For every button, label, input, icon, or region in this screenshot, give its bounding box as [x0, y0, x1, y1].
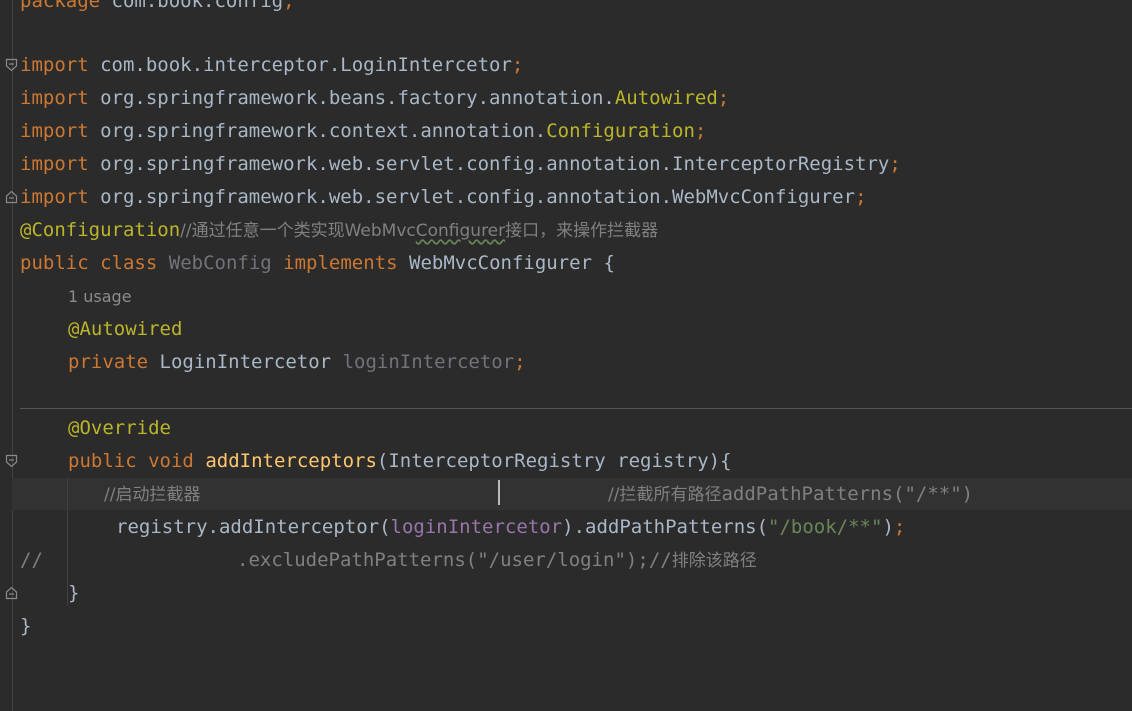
code-line-comment-start[interactable]: //启动拦截器: [104, 478, 200, 511]
keyword-public: public: [20, 252, 89, 274]
import-path: org.springframework.web.servlet.config.a…: [88, 186, 856, 208]
code-line-field-decl[interactable]: private LoginIntercetor loginIntercetor;: [68, 346, 526, 379]
comment-paths-code: addPathPatterns("/**"): [721, 483, 974, 505]
method-name: addInterceptors: [205, 450, 377, 472]
fold-imports-open-icon[interactable]: [5, 58, 18, 72]
field-type: LoginIntercetor: [159, 351, 332, 373]
keyword-import: import: [20, 153, 89, 175]
comment-class: //通过任意一个类实现WebMvc: [180, 221, 416, 241]
code-line-commented-exclude-body[interactable]: .excludePathPatterns("/user/login");//排除…: [237, 544, 757, 577]
semicolon: ;: [694, 120, 707, 142]
annotation-autowired: @Autowired: [68, 318, 183, 340]
keyword-import: import: [20, 120, 89, 142]
keyword-import: import: [20, 186, 89, 208]
fold-method-close-icon[interactable]: [5, 586, 18, 600]
fold-imports-close-icon[interactable]: [5, 190, 18, 204]
method-params: (InterceptorRegistry registry){: [376, 450, 732, 472]
comment-class-underlined: Configurer: [415, 221, 506, 241]
code-line-registry-call[interactable]: registry.addInterceptor(loginIntercetor)…: [116, 511, 905, 544]
registry-call-mid: ).addPathPatterns(: [562, 516, 769, 538]
comment-slashes: //: [20, 549, 43, 571]
import-class: Configuration: [546, 120, 695, 142]
code-line-import-4[interactable]: import org.springframework.web.servlet.c…: [20, 148, 901, 181]
annotation-override: @Override: [68, 417, 171, 439]
comment-start-interceptor: //启动拦截器: [104, 485, 201, 505]
commented-exclude-note: 排除该路径: [671, 551, 757, 571]
keyword-class: class: [100, 252, 158, 274]
semicolon: ;: [283, 0, 295, 12]
code-line-import-5[interactable]: import org.springframework.web.servlet.c…: [20, 181, 867, 214]
code-line-class-annotation[interactable]: @Configuration//通过任意一个类实现WebMvcConfigure…: [20, 214, 658, 247]
close-brace: }: [20, 615, 32, 637]
code-line-comment-paths[interactable]: //拦截所有路径addPathPatterns("/**"): [608, 478, 973, 511]
usage-hint[interactable]: 1 usage: [68, 280, 132, 313]
keyword-implements: implements: [283, 252, 398, 274]
commented-exclude-trail: //: [648, 549, 672, 571]
code-line-import-3[interactable]: import org.springframework.context.annot…: [20, 115, 706, 148]
class-name: WebConfig: [168, 252, 272, 274]
keyword-public: public: [68, 450, 137, 472]
annotation-configuration: @Configuration: [20, 219, 181, 241]
text-caret: [498, 480, 500, 505]
close-brace: }: [68, 582, 80, 604]
code-line-field-annotation[interactable]: @Autowired: [68, 313, 182, 346]
semicolon: ;: [514, 351, 526, 373]
comment-paths-text: //拦截所有路径: [608, 485, 722, 505]
method-separator: [20, 408, 1132, 409]
code-line-class-decl[interactable]: public class WebConfig implements WebMvc…: [20, 247, 615, 280]
import-path: org.springframework.beans.factory.annota…: [88, 87, 615, 109]
usage-hint-text: 1 usage: [68, 287, 132, 306]
keyword-private: private: [68, 351, 149, 373]
code-line-method-decl[interactable]: public void addInterceptors(InterceptorR…: [68, 445, 732, 478]
code-line-package[interactable]: package com.book.config;: [20, 0, 295, 18]
code-editor[interactable]: package com.book.config; import com.book…: [0, 0, 1132, 711]
import-class: Autowired: [614, 87, 718, 109]
package-name: com.book.config: [100, 0, 284, 12]
keyword-import: import: [20, 87, 89, 109]
code-line-commented-exclude[interactable]: //: [20, 544, 43, 577]
code-line-method-close[interactable]: }: [68, 577, 79, 610]
code-line-import-1[interactable]: import com.book.interceptor.LoginInterce…: [20, 49, 523, 82]
registry-call-arg: loginIntercetor: [390, 516, 563, 538]
keyword-package: package: [20, 0, 101, 12]
keyword-void: void: [148, 450, 194, 472]
import-path: org.springframework.context.annotation.: [88, 120, 547, 142]
open-brace: {: [603, 252, 615, 274]
fold-method-open-icon[interactable]: [5, 454, 18, 468]
registry-call-string: "/book/**": [768, 516, 883, 538]
semicolon: ;: [889, 153, 901, 175]
keyword-import: import: [20, 54, 89, 76]
code-line-class-close[interactable]: }: [20, 610, 31, 643]
registry-call-obj: registry.addInterceptor(: [116, 516, 391, 538]
comment-class-suffix: 接口，来操作拦截器: [505, 221, 659, 241]
code-line-override[interactable]: @Override: [68, 412, 171, 445]
semicolon: ;: [511, 54, 524, 76]
semicolon: ;: [717, 87, 730, 109]
commented-exclude-code: .excludePathPatterns("/user/login");: [237, 549, 649, 571]
gutter-border: [12, 0, 13, 711]
semicolon: ;: [855, 186, 867, 208]
semicolon: ;: [893, 516, 906, 538]
interface-name: WebMvcConfigurer: [409, 252, 593, 274]
import-path: org.springframework.web.servlet.config.a…: [88, 153, 890, 175]
import-path: com.book.interceptor.LoginIntercetor: [88, 54, 512, 76]
registry-call-end: ): [882, 516, 894, 538]
field-name: loginIntercetor: [342, 351, 515, 373]
code-line-import-2[interactable]: import org.springframework.beans.factory…: [20, 82, 729, 115]
